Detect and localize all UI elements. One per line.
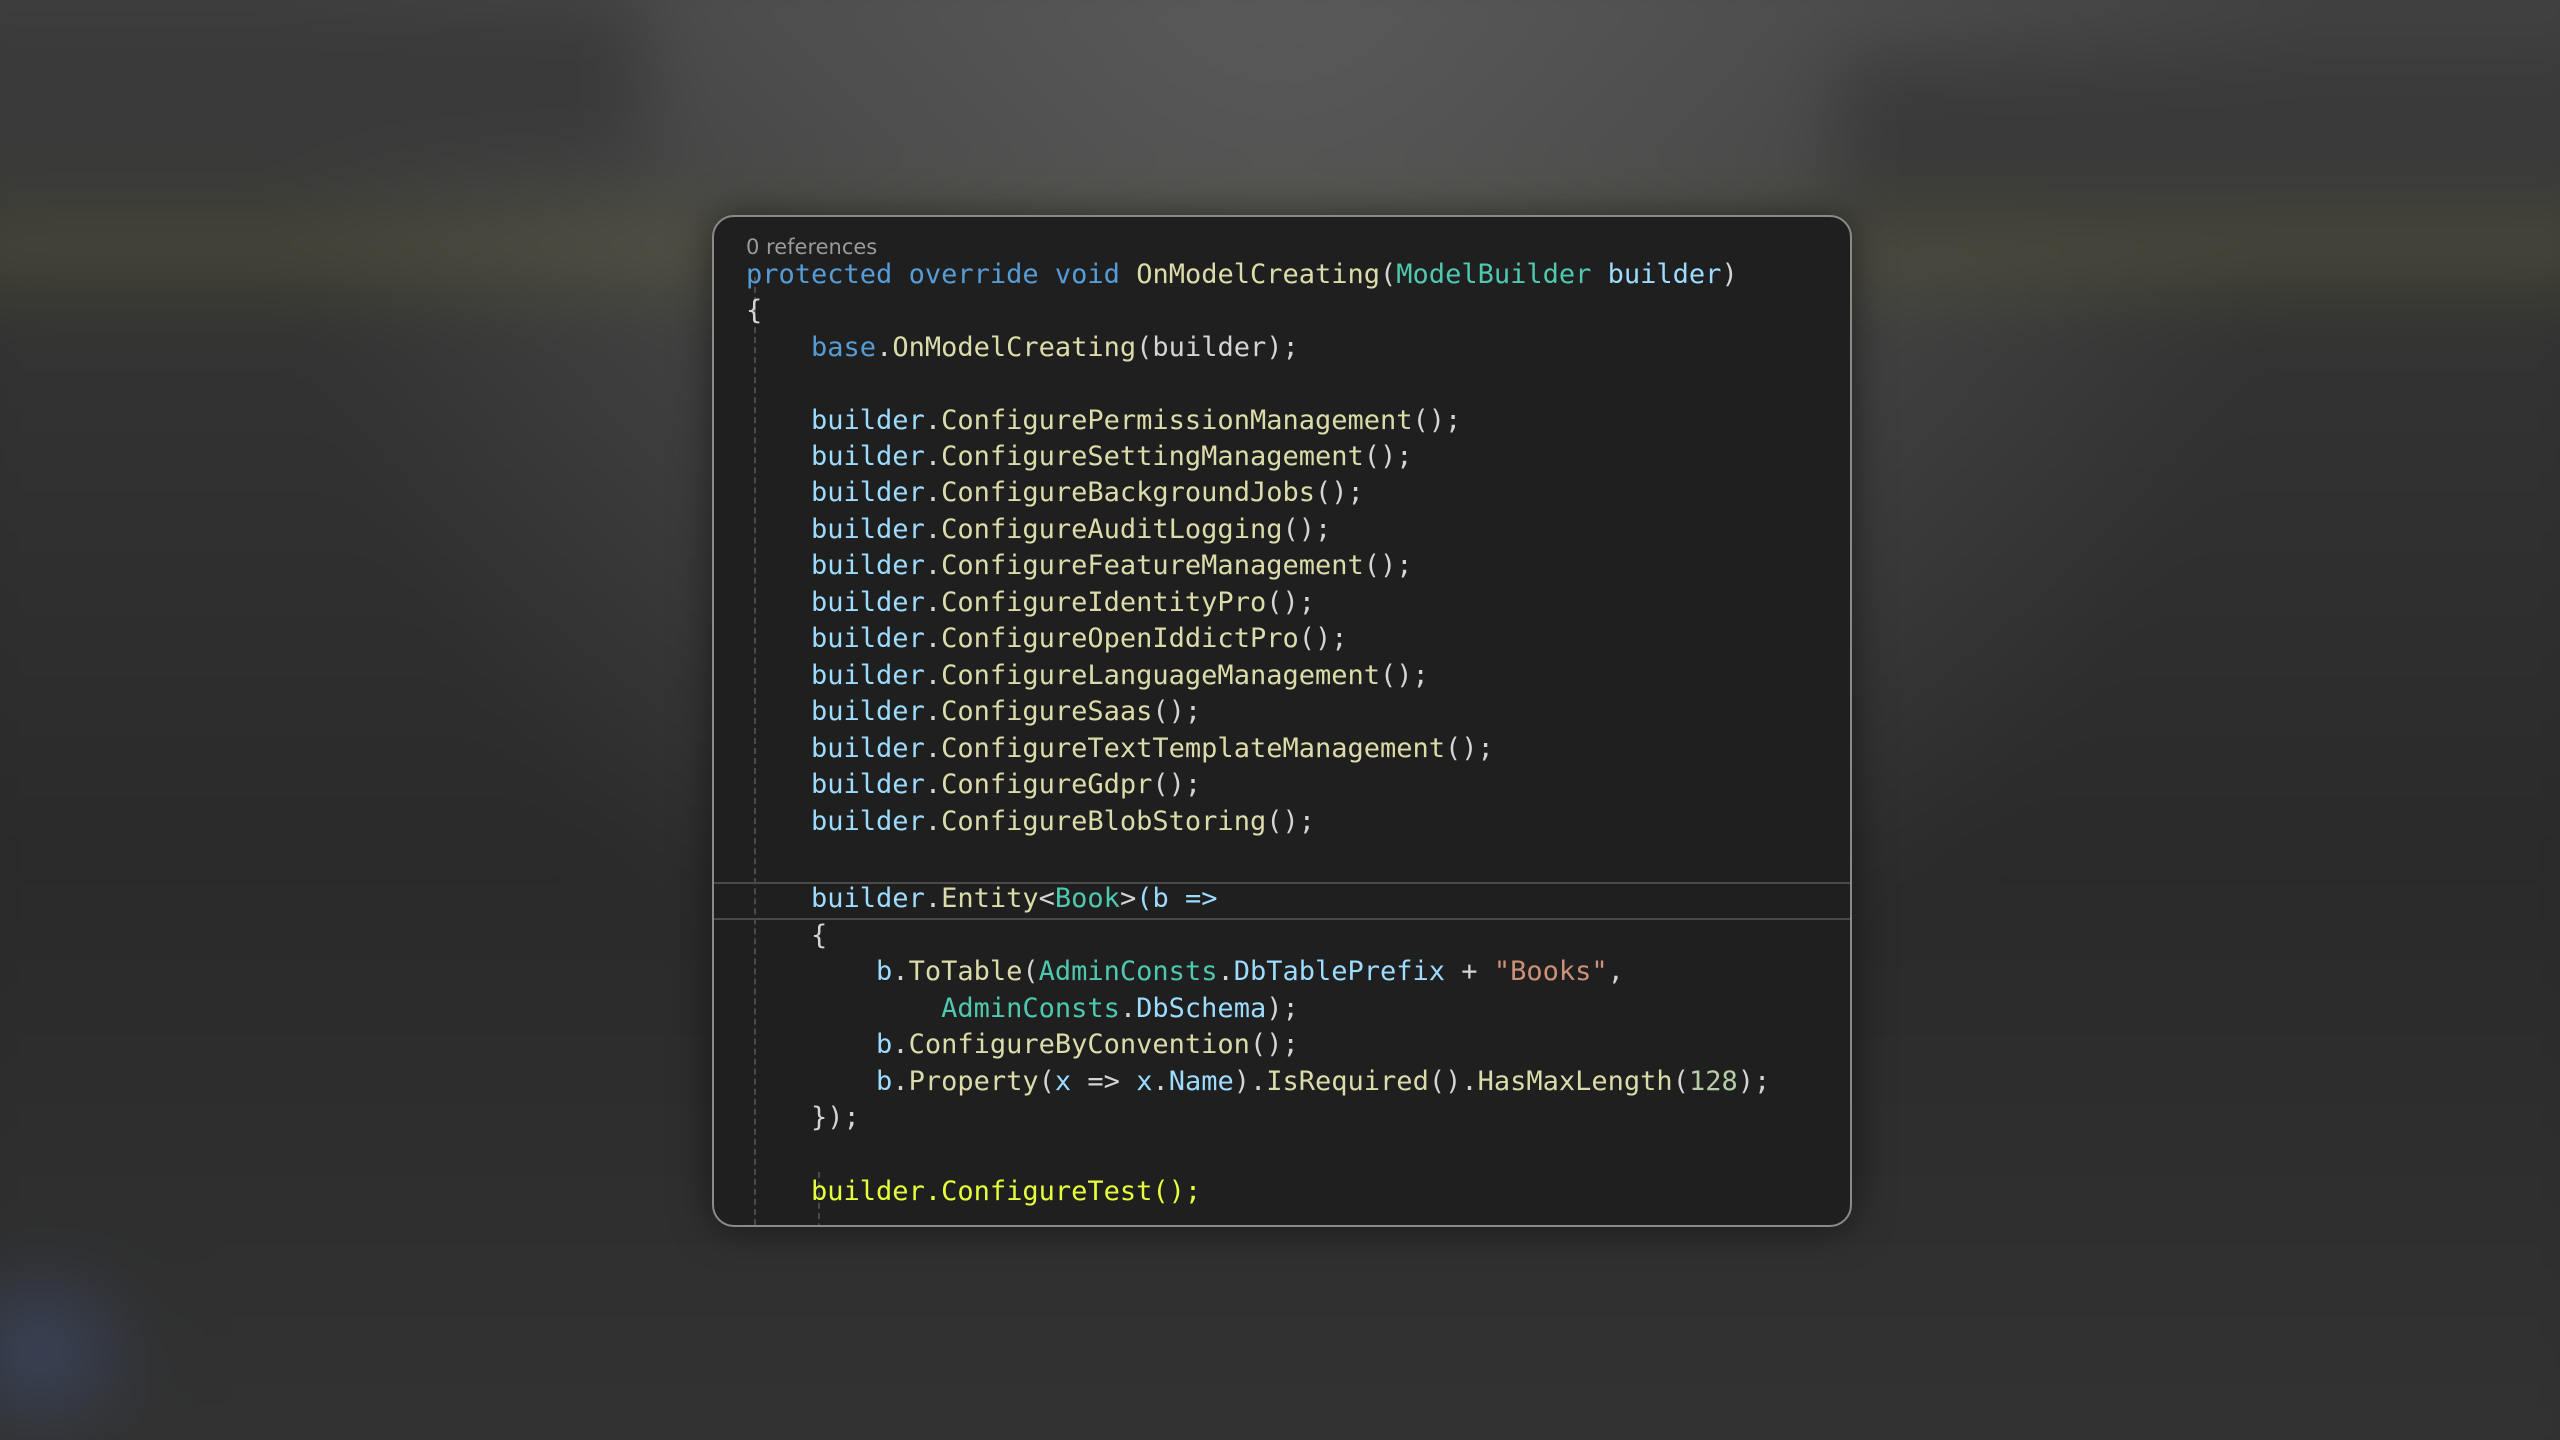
code-line-configure: builder.ConfigureSaas(); xyxy=(811,696,1202,727)
code-lens-references[interactable]: 0 references xyxy=(746,235,877,259)
code-line-configure: builder.ConfigureIdentityPro(); xyxy=(811,587,1315,618)
configure-test-call: ConfigureTest xyxy=(941,1176,1153,1207)
code-line-property: b.Property(x => x.Name).IsRequired().Has… xyxy=(876,1066,1771,1097)
code-line-configure: builder.ConfigureFeatureManagement(); xyxy=(811,550,1413,581)
code-line-entity: builder.Entity<Book>(b => xyxy=(811,883,1218,914)
code-line-configure: builder.ConfigureTextTemplateManagement(… xyxy=(811,733,1494,764)
code-line-configure-by-convention: b.ConfigureByConvention(); xyxy=(876,1029,1299,1060)
code-line-configure: builder.ConfigureSettingManagement(); xyxy=(811,441,1413,472)
parameter: builder xyxy=(1607,259,1722,290)
code-line-configure-test: builder.ConfigureTest(); xyxy=(811,1176,1202,1207)
code-line-configure: builder.ConfigureGdpr(); xyxy=(811,769,1202,800)
code-line-configure: builder.ConfigureBlobStoring(); xyxy=(811,806,1315,837)
code-line-brace: { xyxy=(746,295,763,326)
code-line-signature: protected override void OnModelCreating(… xyxy=(746,259,1738,290)
code-line-inner-brace: { xyxy=(811,920,828,951)
keyword: protected xyxy=(746,259,893,290)
code-line-configure: builder.ConfigureLanguageManagement(); xyxy=(811,660,1429,691)
keyword: override xyxy=(908,259,1039,290)
code-line-to-table: b.ToTable(AdminConsts.DbTablePrefix + "B… xyxy=(876,956,1624,987)
code-line-inner-close: }); xyxy=(811,1102,860,1133)
code-line-configure: builder.ConfigureOpenIddictPro(); xyxy=(811,623,1348,654)
code-editor-snippet: 0 references protected override void OnM… xyxy=(712,215,1852,1227)
code-line-configure: builder.ConfigureBackgroundJobs(); xyxy=(811,477,1364,508)
keyword: void xyxy=(1054,259,1120,290)
code-line-base-call: base.OnModelCreating(builder); xyxy=(811,332,1299,363)
code-line-db-schema: AdminConsts.DbSchema); xyxy=(941,993,1299,1024)
type-name: ModelBuilder xyxy=(1396,259,1592,290)
code-line-configure: builder.ConfigurePermissionManagement(); xyxy=(811,405,1462,436)
method-name: OnModelCreating xyxy=(1136,259,1381,290)
code-line-configure: builder.ConfigureAuditLogging(); xyxy=(811,514,1332,545)
